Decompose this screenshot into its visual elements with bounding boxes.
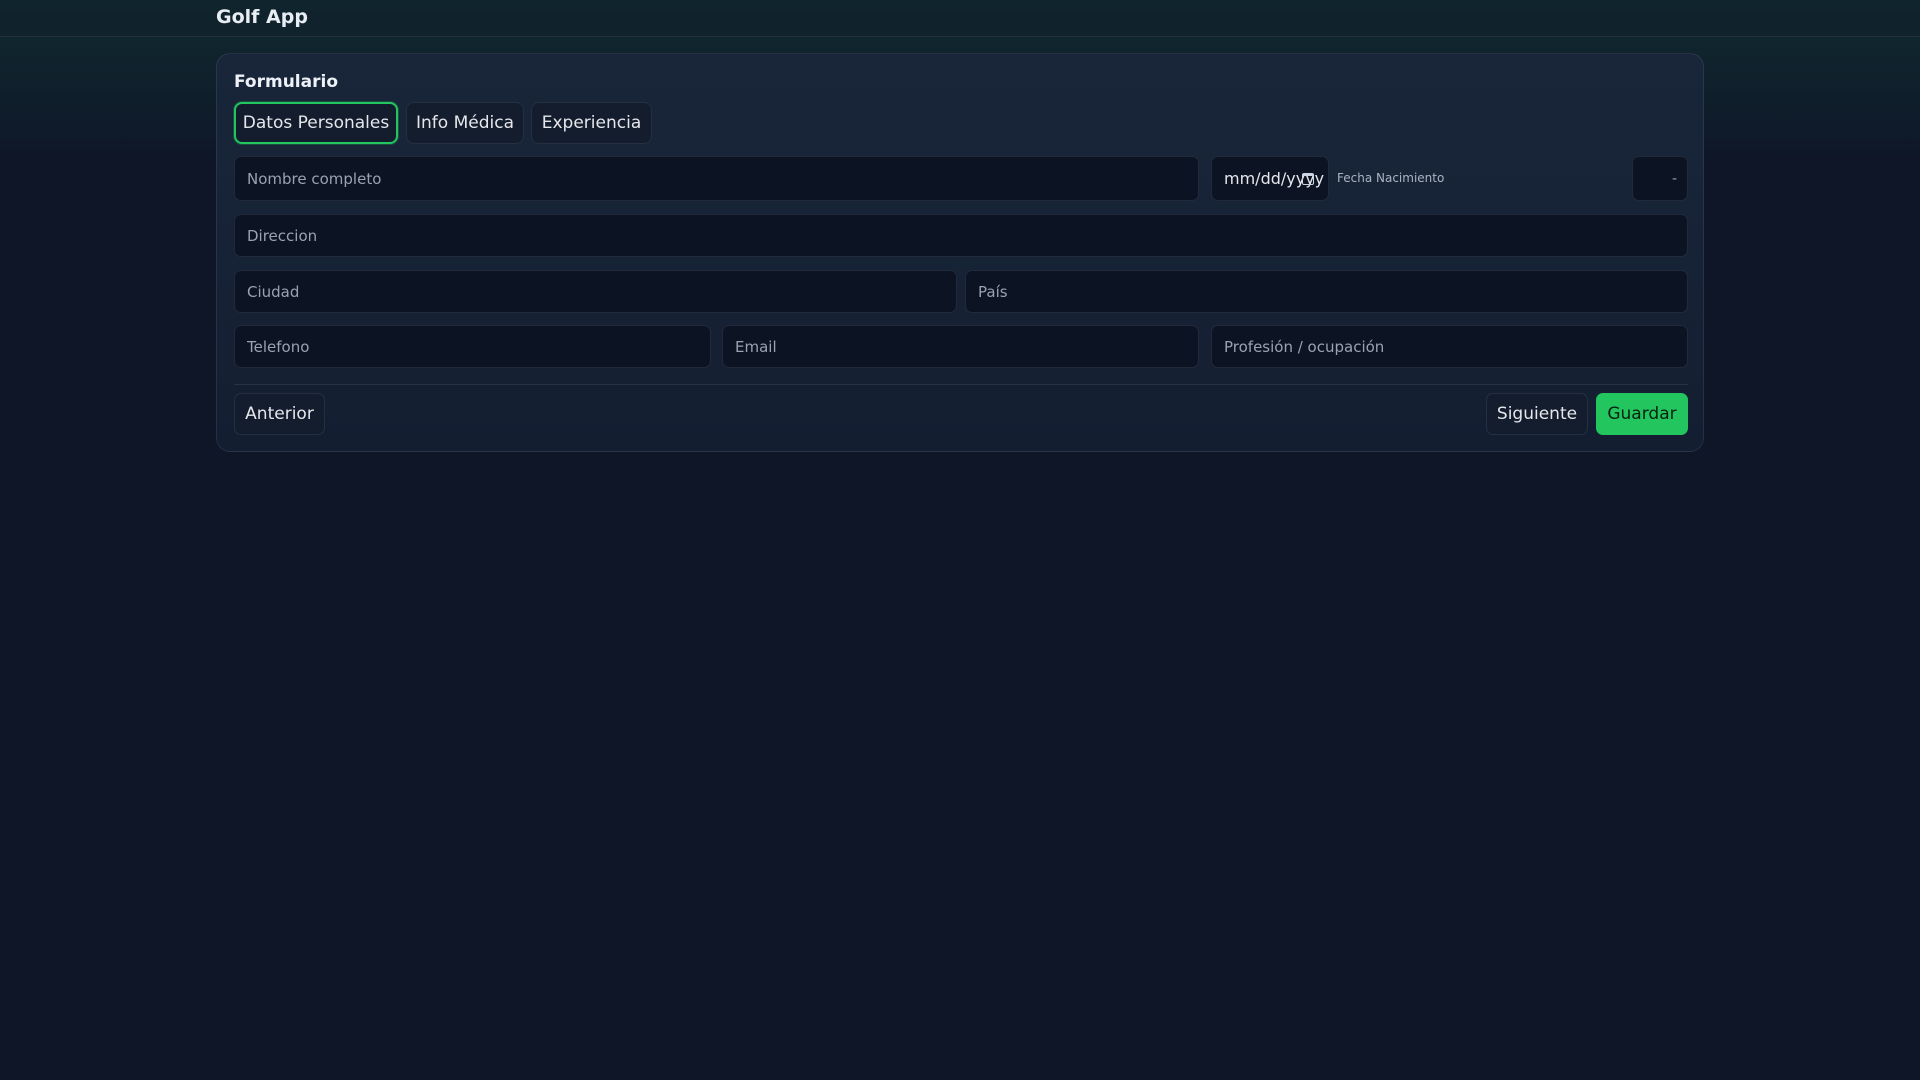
email-input[interactable] [722,325,1199,368]
direccion-input[interactable] [234,214,1688,257]
form-title: Formulario [234,72,338,92]
ciudad-input[interactable] [234,270,957,313]
siguiente-button[interactable]: Siguiente [1486,393,1588,435]
profesion-input[interactable] [1211,325,1688,368]
tab-experiencia[interactable]: Experiencia [531,102,652,144]
anterior-button[interactable]: Anterior [234,393,325,435]
telefono-input[interactable] [234,325,711,368]
fecha-nacimiento-label: Fecha Nacimiento [1337,171,1445,185]
form-divider [234,384,1688,385]
fecha-nacimiento-input[interactable]: mm/dd/yyyy [1211,156,1329,201]
guardar-button[interactable]: Guardar [1596,393,1688,435]
edad-field: - [1632,156,1688,201]
app-title: Golf App [216,6,308,28]
form-card: Formulario Datos Personales Info Médica … [216,53,1704,452]
tab-info-medica[interactable]: Info Médica [406,102,524,144]
top-bar: Golf App [0,0,1920,37]
nombre-completo-input[interactable] [234,156,1199,201]
calendar-icon[interactable] [1302,173,1314,185]
pais-input[interactable] [965,270,1688,313]
tab-datos-personales[interactable]: Datos Personales [234,102,398,144]
